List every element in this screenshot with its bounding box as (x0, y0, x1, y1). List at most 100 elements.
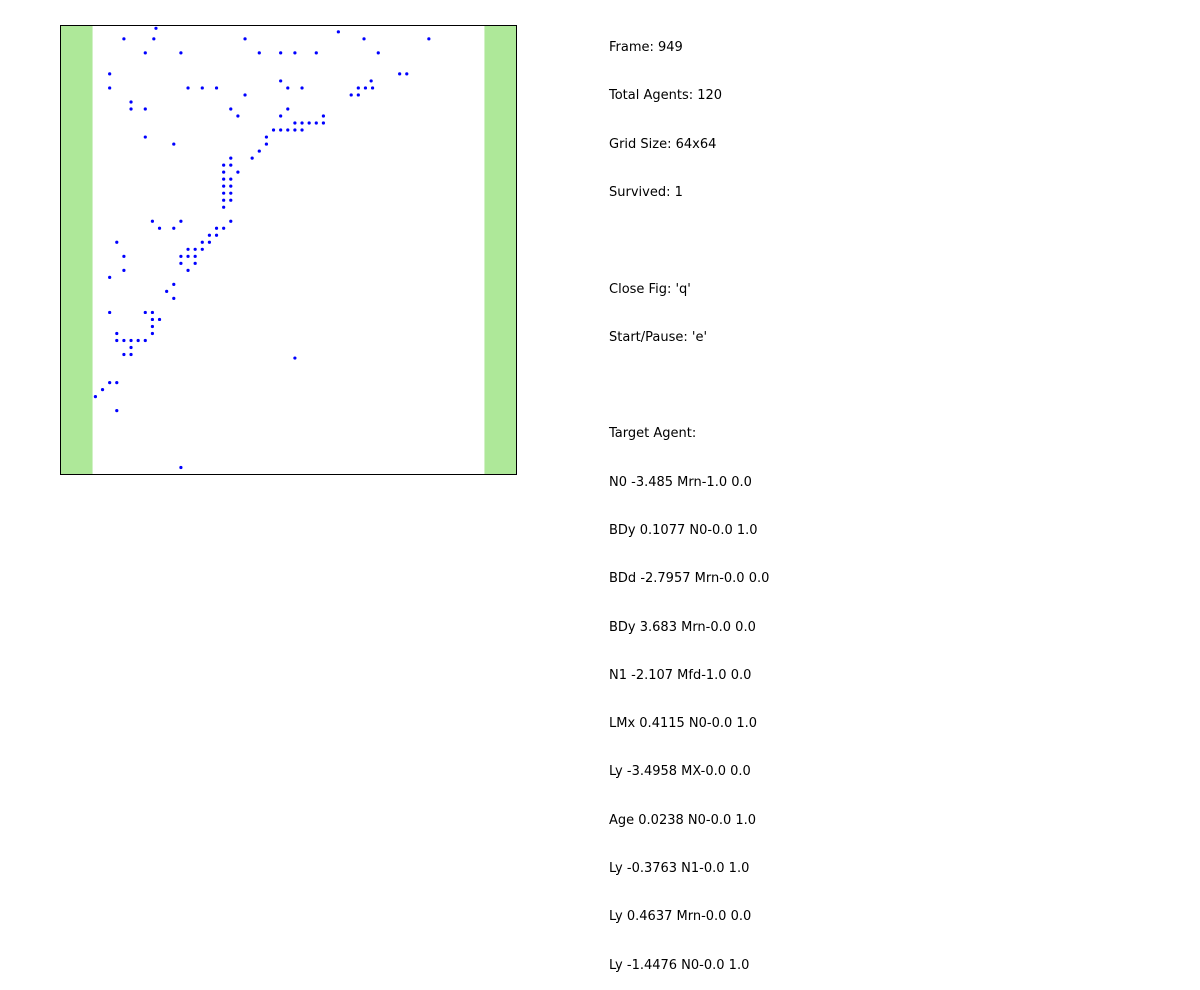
frame-counter: Frame: 949 (609, 40, 683, 56)
agent-dot (279, 128, 283, 132)
agent-dot (222, 170, 226, 174)
agent-dot (122, 37, 126, 41)
agent-dot (229, 198, 233, 202)
agent-dot (222, 163, 226, 167)
genome-line: Ly -0.3763 N1-0.0 1.0 (609, 860, 750, 876)
agent-dot (250, 156, 254, 160)
agent-dot (186, 247, 190, 251)
agent-dot (222, 226, 226, 230)
genome-line: BDd -2.7957 Mrn-0.0 0.0 (609, 571, 770, 587)
genome-line: Ly -1.4476 N0-0.0 1.0 (609, 957, 750, 973)
agent-dot (279, 114, 283, 118)
agent-dot (193, 254, 197, 258)
agent-dot (286, 107, 290, 111)
close-fig-hint: Close Fig: 'q' (609, 281, 691, 297)
agent-dot (264, 142, 269, 146)
agent-dot (293, 128, 297, 132)
agent-dot (376, 51, 380, 55)
agent-dot (229, 163, 233, 167)
agent-dot (172, 226, 176, 230)
agent-dot (222, 205, 226, 209)
agent-dot (129, 352, 133, 357)
agent-dot (143, 135, 147, 139)
agent-dot (172, 296, 176, 301)
agent-dot (229, 156, 233, 160)
genome-line: N0 -3.485 Mrn-1.0 0.0 (609, 474, 752, 490)
agent-dot (229, 177, 233, 181)
agent-dot (186, 86, 190, 90)
agent-dot (108, 275, 112, 279)
agent-dot (115, 380, 119, 385)
agent-dot (279, 51, 283, 55)
info-panel: Frame: 949 Total Agents: 120 Grid Size: … (609, 8, 769, 990)
agent-dot (286, 128, 290, 132)
agent-dot (150, 310, 155, 315)
agent-dot (363, 86, 368, 90)
agent-dot (129, 107, 133, 111)
agent-dot (314, 121, 318, 125)
agent-dot (179, 51, 183, 55)
total-agents: Total Agents: 120 (609, 88, 723, 104)
agent-dot (152, 37, 156, 41)
agent-dot (115, 409, 119, 413)
agent-dot (136, 338, 140, 343)
agent-dot (229, 184, 233, 188)
agent-dot (186, 254, 190, 258)
agent-dot (122, 254, 126, 258)
agent-dot (214, 233, 219, 237)
agent-dot (172, 142, 176, 146)
agent-dot (150, 219, 155, 223)
agent-dot (229, 107, 233, 111)
agent-dot (200, 86, 204, 90)
agent-dot (122, 268, 126, 272)
agent-dot (108, 72, 112, 76)
genome-line: N1 -2.107 Mfd-1.0 0.0 (609, 667, 752, 683)
agent-dot (93, 395, 98, 399)
agent-dot (398, 72, 402, 76)
agent-dot (193, 247, 197, 251)
agent-dot (150, 331, 155, 336)
agent-dot (362, 37, 366, 41)
agent-dot (122, 352, 126, 357)
agent-dot (115, 240, 119, 244)
agent-dot (229, 219, 233, 223)
agent-dot (293, 51, 297, 55)
agent-dot (179, 261, 183, 265)
agent-dot (214, 226, 219, 230)
simulation-canvas (60, 25, 517, 475)
agent-dot (243, 37, 247, 41)
agent-dot (143, 107, 147, 111)
agent-dot (349, 93, 353, 97)
agent-dot (108, 380, 112, 385)
agent-dot (157, 317, 162, 322)
start-pause-hint: Start/Pause: 'e' (609, 329, 708, 345)
agent-dot (427, 37, 431, 41)
agent-dot (236, 114, 240, 118)
agent-dot (115, 331, 119, 336)
genome-line: LMx 0.4115 N0-0.0 1.0 (609, 716, 758, 732)
agent-dot (370, 86, 375, 90)
safe-zone-right (484, 25, 517, 475)
agent-dot (129, 345, 133, 350)
agent-dot (293, 356, 297, 360)
agent-dot (207, 233, 212, 237)
agent-dot (115, 338, 119, 343)
agent-dot (321, 114, 326, 118)
agent-dot (143, 338, 147, 343)
agent-dot (179, 219, 183, 223)
agent-dot (271, 128, 276, 132)
agent-dot (200, 247, 204, 251)
agent-dot (129, 100, 133, 104)
agent-dot (193, 261, 197, 265)
agent-dot (300, 128, 304, 132)
grid-background (60, 25, 517, 475)
survived-count: Survived: 1 (609, 185, 683, 201)
agent-dot (257, 149, 261, 153)
agent-dot (143, 51, 147, 55)
agent-dot (257, 51, 261, 55)
agent-dot (157, 226, 162, 230)
agent-dot (369, 79, 373, 83)
agent-dot (143, 310, 147, 315)
agent-dot (321, 121, 326, 125)
